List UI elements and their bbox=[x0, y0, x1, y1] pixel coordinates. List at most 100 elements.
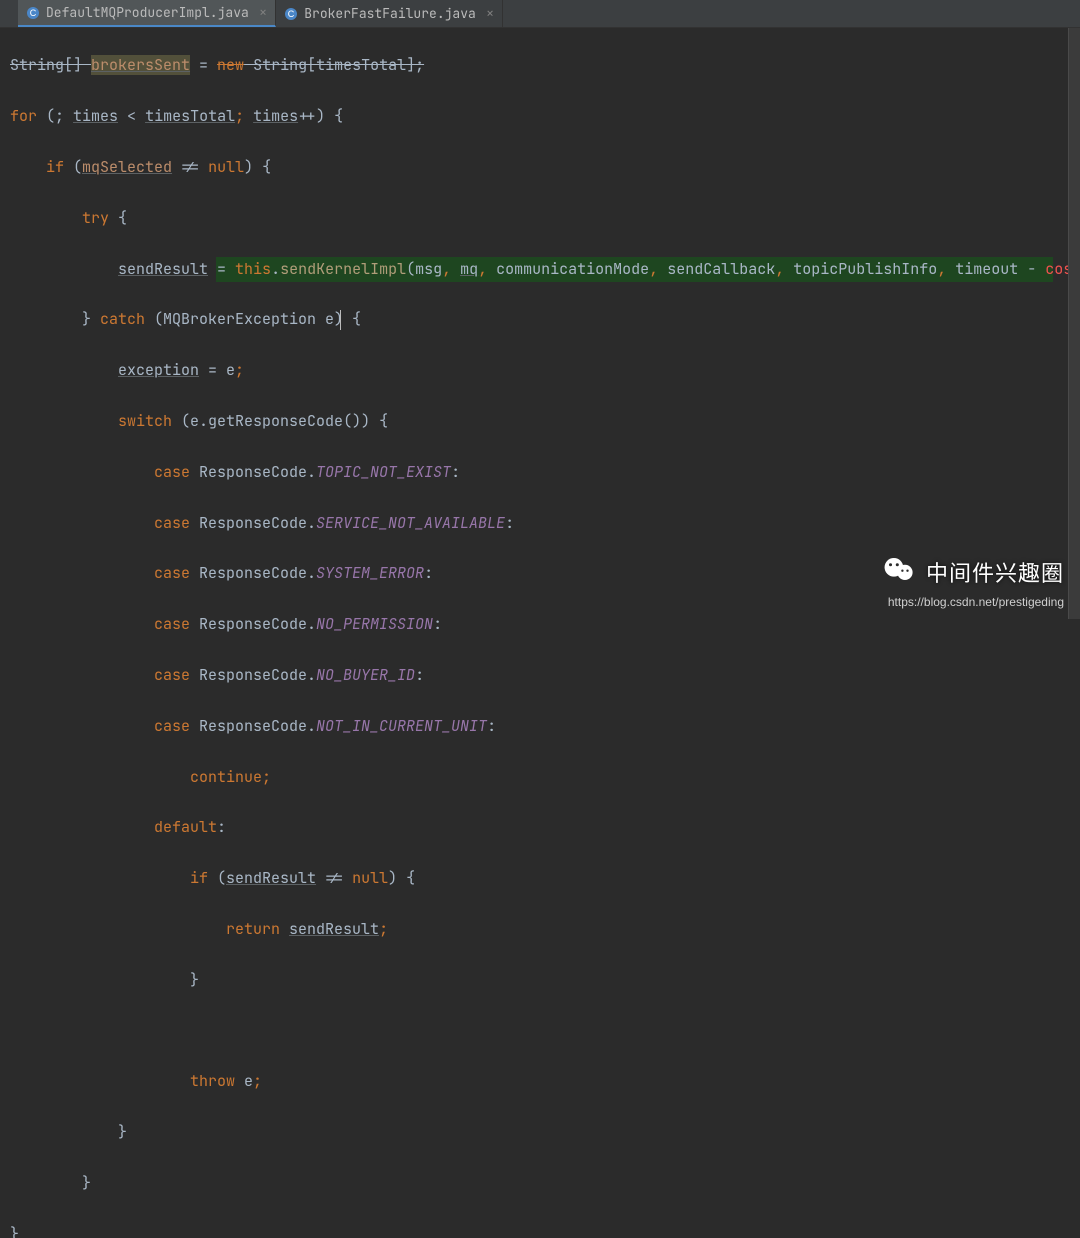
code-text: sendCallback bbox=[667, 259, 775, 279]
code-text: } bbox=[82, 1173, 91, 1193]
code-text: } bbox=[10, 1224, 19, 1238]
code-text: this bbox=[235, 259, 271, 279]
code-text: mq bbox=[460, 259, 478, 279]
tab-default-mq-producer[interactable]: C DefaultMQProducerImpl.java × bbox=[18, 0, 276, 27]
code-text: communicationMode bbox=[496, 259, 649, 279]
code-text: throw bbox=[190, 1071, 235, 1091]
code-text: if bbox=[46, 157, 64, 177]
code-text: , bbox=[775, 259, 793, 279]
java-class-icon: C bbox=[26, 6, 40, 20]
code-text: ()) { bbox=[343, 411, 388, 431]
svg-text:C: C bbox=[30, 8, 37, 18]
code-text: String[] bbox=[10, 55, 91, 75]
code-text: brokersSent bbox=[91, 55, 190, 75]
code-text: case bbox=[154, 614, 190, 634]
code-text: times bbox=[73, 106, 118, 126]
code-text: getResponseCode bbox=[208, 411, 343, 431]
code-text: NO_BUYER_ID bbox=[316, 665, 415, 685]
code-text: for bbox=[10, 106, 37, 126]
code-text: if bbox=[190, 868, 208, 888]
code-text: sendResult bbox=[118, 259, 208, 279]
watermark-url: https://blog.csdn.net/prestigeding bbox=[888, 595, 1064, 609]
close-icon[interactable]: × bbox=[255, 4, 267, 22]
code-text: NO_PERMISSION bbox=[316, 614, 433, 634]
code-text: = bbox=[208, 259, 235, 279]
code-text: ResponseCode. bbox=[190, 716, 316, 736]
code-text: - bbox=[1018, 259, 1045, 279]
code-text: . bbox=[271, 259, 280, 279]
code-text: return bbox=[226, 919, 280, 939]
tab-broker-fast-failure[interactable]: C BrokerFastFailure.java × bbox=[276, 0, 503, 27]
code-text: : bbox=[487, 716, 496, 736]
tab-label: BrokerFastFailure.java bbox=[304, 5, 476, 22]
code-text: ; bbox=[379, 919, 388, 939]
code-text: != bbox=[316, 868, 352, 888]
code-text: catch bbox=[100, 309, 145, 329]
code-text: e bbox=[235, 1071, 253, 1091]
code-text bbox=[280, 919, 289, 939]
code-text: ; bbox=[235, 106, 253, 126]
code-text: (; bbox=[37, 106, 73, 126]
code-text: TOPIC_NOT_EXIST bbox=[316, 462, 451, 482]
code-text: ; bbox=[262, 767, 271, 787]
code-text: sendResult bbox=[289, 919, 379, 939]
code-text: ResponseCode. bbox=[190, 462, 316, 482]
code-text: : bbox=[415, 665, 424, 685]
code-text: times bbox=[253, 106, 298, 126]
code-text: String[timesTotal]; bbox=[244, 55, 424, 75]
code-text: case bbox=[154, 665, 190, 685]
code-text: switch bbox=[118, 411, 172, 431]
code-text: : bbox=[505, 513, 514, 533]
code-text: } bbox=[118, 1122, 127, 1142]
code-text: != bbox=[172, 157, 208, 177]
code-text: topicPublishInfo bbox=[793, 259, 937, 279]
code-text: : bbox=[433, 614, 442, 634]
code-text: ++) { bbox=[298, 106, 343, 126]
java-class-icon: C bbox=[284, 7, 298, 21]
code-text: (MQBrokerException e) { bbox=[145, 309, 361, 329]
code-text: exception bbox=[118, 360, 199, 380]
code-text: { bbox=[109, 208, 127, 228]
editor-tabs: C DefaultMQProducerImpl.java × C BrokerF… bbox=[0, 0, 1080, 28]
code-text: default bbox=[154, 817, 217, 837]
code-text: case bbox=[154, 563, 190, 583]
code-text: case bbox=[154, 462, 190, 482]
code-text: sendKernelImpl bbox=[280, 259, 406, 279]
code-text: , bbox=[649, 259, 667, 279]
code-text: ResponseCode. bbox=[190, 563, 316, 583]
code-text: case bbox=[154, 716, 190, 736]
code-text: try bbox=[82, 208, 109, 228]
code-text: ResponseCode. bbox=[190, 614, 316, 634]
code-text: ; bbox=[235, 360, 244, 380]
code-text: = e bbox=[199, 360, 235, 380]
code-text: case bbox=[154, 513, 190, 533]
code-text: = bbox=[190, 55, 217, 75]
code-text: (msg bbox=[406, 259, 442, 279]
code-text: null bbox=[352, 868, 388, 888]
code-text: , bbox=[937, 259, 955, 279]
code-text: ; bbox=[253, 1071, 262, 1091]
code-text: NOT_IN_CURRENT_UNIT bbox=[316, 716, 487, 736]
watermark-text: 中间件兴趣圈 bbox=[926, 556, 1064, 588]
code-text: mqSelected bbox=[82, 157, 172, 177]
code-text: } bbox=[82, 309, 100, 329]
code-text: ResponseCode. bbox=[190, 513, 316, 533]
code-text: null bbox=[208, 157, 244, 177]
code-text: : bbox=[217, 817, 226, 837]
close-icon[interactable]: × bbox=[482, 5, 494, 23]
code-text: , bbox=[478, 259, 496, 279]
code-text: (e. bbox=[172, 411, 208, 431]
code-text: ( bbox=[64, 157, 82, 177]
code-text: SERVICE_NOT_AVAILABLE bbox=[316, 513, 505, 533]
code-text: } bbox=[190, 970, 199, 990]
svg-text:C: C bbox=[288, 9, 295, 19]
code-text: new bbox=[217, 55, 244, 75]
code-text: ( bbox=[208, 868, 226, 888]
code-text: timeout bbox=[955, 259, 1018, 279]
watermark: 中间件兴趣圈 bbox=[882, 552, 1064, 591]
code-text: < bbox=[118, 106, 145, 126]
tab-label: DefaultMQProducerImpl.java bbox=[46, 4, 249, 21]
error-stripe[interactable] bbox=[1068, 28, 1080, 619]
code-text: ResponseCode. bbox=[190, 665, 316, 685]
code-editor[interactable]: String[] brokersSent = new String[timesT… bbox=[0, 28, 1080, 1238]
